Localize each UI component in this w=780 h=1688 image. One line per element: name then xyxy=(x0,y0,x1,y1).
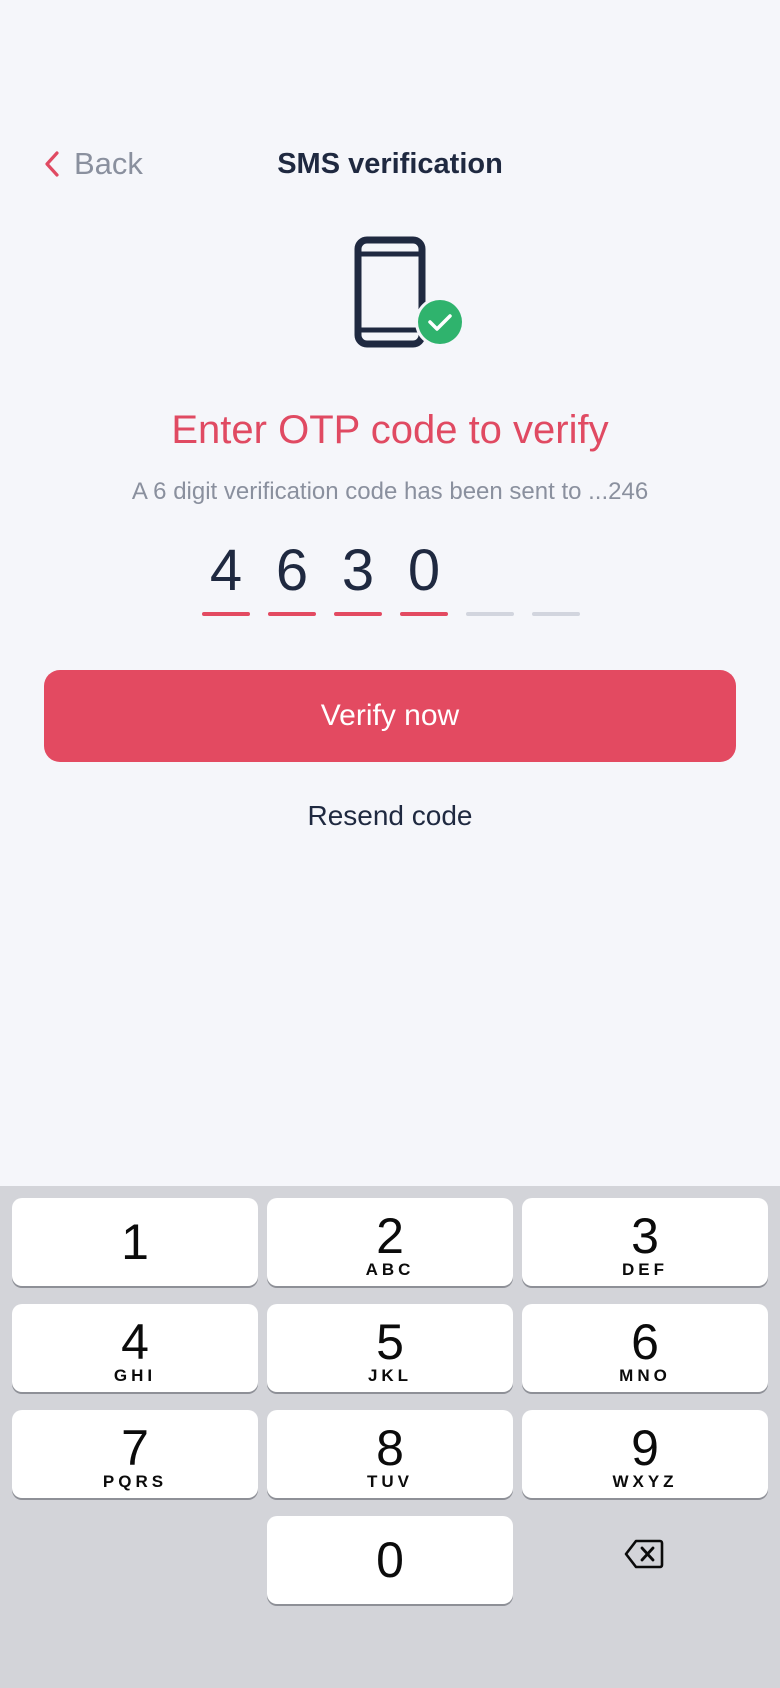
key-7[interactable]: 7 PQRS xyxy=(12,1410,258,1498)
otp-heading: Enter OTP code to verify xyxy=(171,408,609,452)
key-letters: GHI xyxy=(113,1366,157,1385)
otp-cell-1[interactable]: 4 xyxy=(202,536,250,616)
key-letters: ABC xyxy=(365,1260,415,1279)
key-0[interactable]: 0 xyxy=(267,1516,513,1604)
key-letters: MNO xyxy=(619,1366,671,1385)
key-digit: 9 xyxy=(631,1420,659,1476)
otp-digit: 6 xyxy=(275,538,309,603)
otp-underline xyxy=(532,612,580,616)
key-letters: PQRS xyxy=(102,1472,168,1491)
delete-key[interactable] xyxy=(600,1512,688,1600)
key-1[interactable]: 1 xyxy=(12,1198,258,1286)
key-digit: 1 xyxy=(121,1214,149,1270)
otp-cell-3[interactable]: 3 xyxy=(334,536,382,616)
key-digit: 8 xyxy=(376,1420,404,1476)
key-digit: 2 xyxy=(376,1208,404,1264)
page-title: SMS verification xyxy=(277,148,503,180)
key-letters: TUV xyxy=(367,1472,413,1491)
otp-underline xyxy=(334,612,382,616)
otp-underline xyxy=(268,612,316,616)
key-digit: 4 xyxy=(121,1314,149,1370)
key-letters: WXYZ xyxy=(612,1472,678,1491)
key-digit: 6 xyxy=(631,1314,659,1370)
key-digit: 7 xyxy=(121,1420,149,1476)
otp-input[interactable]: 4 6 3 0 xyxy=(202,536,580,616)
key-9[interactable]: 9 WXYZ xyxy=(522,1410,768,1498)
otp-cell-5[interactable] xyxy=(466,536,514,616)
otp-underline xyxy=(466,612,514,616)
key-digit: 5 xyxy=(376,1314,404,1370)
key-digit: 0 xyxy=(376,1532,404,1588)
key-2[interactable]: 2 ABC xyxy=(267,1198,513,1286)
verify-now-button[interactable]: Verify now xyxy=(44,670,736,762)
otp-subtext: A 6 digit verification code has been sen… xyxy=(131,478,649,505)
key-digit: 3 xyxy=(631,1208,659,1264)
otp-digit xyxy=(466,536,514,606)
key-letters: DEF xyxy=(622,1260,668,1279)
key-8[interactable]: 8 TUV xyxy=(267,1410,513,1498)
key-6[interactable]: 6 MNO xyxy=(522,1304,768,1392)
otp-digit xyxy=(532,536,580,606)
key-3[interactable]: 3 DEF xyxy=(522,1198,768,1286)
otp-digit: 4 xyxy=(209,538,243,603)
otp-underline xyxy=(202,612,250,616)
resend-code-link[interactable]: Resend code xyxy=(0,800,780,832)
backspace-icon xyxy=(624,1539,664,1574)
header: Back SMS verification xyxy=(0,140,780,188)
otp-cell-2[interactable]: 6 xyxy=(268,536,316,616)
key-letters: JKL xyxy=(367,1366,413,1385)
otp-cell-6[interactable] xyxy=(532,536,580,616)
key-5[interactable]: 5 JKL xyxy=(267,1304,513,1392)
otp-cell-4[interactable]: 0 xyxy=(400,536,448,616)
otp-underline xyxy=(400,612,448,616)
phone-check-icon xyxy=(350,236,468,354)
otp-digit: 0 xyxy=(407,538,441,603)
otp-digit: 3 xyxy=(341,538,375,603)
key-4[interactable]: 4 GHI xyxy=(12,1304,258,1392)
